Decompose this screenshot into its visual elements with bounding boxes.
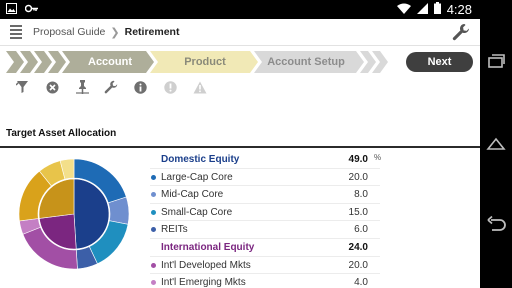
chevron-right-icon: ❯: [110, 25, 120, 39]
group-name: International Equity: [161, 241, 255, 253]
toolbar: [0, 76, 480, 98]
item-value: 6.0: [354, 224, 368, 236]
close-circle-icon[interactable]: [38, 76, 68, 98]
legend-dot: [151, 262, 156, 268]
group-value: 24.0: [348, 241, 368, 253]
legend-dot: [151, 174, 156, 180]
list-item[interactable]: REITs 6.0: [150, 221, 380, 239]
list-item[interactable]: Small-Cap Core 15.0: [150, 204, 380, 222]
funnel-icon[interactable]: [8, 76, 38, 98]
system-nav-bar: [480, 0, 512, 288]
app-screen: 4:28 Proposal Guide ❯ Retirement Account…: [0, 0, 480, 288]
step-product[interactable]: Product: [160, 51, 250, 73]
group-row[interactable]: International Equity 24.0: [150, 239, 380, 257]
item-value: 15.0: [348, 206, 368, 218]
battery-icon: [433, 2, 441, 17]
step-account[interactable]: Account: [70, 51, 150, 73]
item-name: Int'l Emerging Mkts: [161, 277, 246, 288]
section-title: Target Asset Allocation: [6, 128, 117, 139]
legend-dot: [151, 192, 156, 198]
item-name: Small-Cap Core: [161, 206, 233, 218]
workflow-steps: Account Product Account Setup Next: [0, 51, 480, 75]
legend-dot: [151, 209, 156, 215]
breadcrumb-current: Retirement: [124, 26, 180, 38]
step-account-setup[interactable]: Account Setup: [258, 51, 354, 73]
key-icon: [24, 3, 39, 16]
group-value: 49.0: [348, 154, 368, 165]
item-value: 20.0: [348, 171, 368, 183]
alert-circle-icon[interactable]: [156, 76, 186, 98]
app-header: Proposal Guide ❯ Retirement: [0, 19, 480, 46]
group-name: Domestic Equity: [161, 154, 240, 165]
list-item[interactable]: Large-Cap Core 20.0: [150, 169, 380, 187]
item-value: 4.0: [354, 277, 368, 288]
legend-dot: [151, 280, 156, 286]
wrench-icon[interactable]: [97, 76, 127, 98]
recent-apps-icon[interactable]: [486, 52, 506, 72]
pin-icon[interactable]: [67, 76, 97, 98]
info-icon[interactable]: [126, 76, 156, 98]
allocation-table: Domestic Equity 49.0 Large-Cap Core 20.0…: [150, 151, 380, 288]
image-icon: [6, 2, 17, 17]
allocation-donut-chart: [18, 158, 130, 270]
wifi-icon: [396, 3, 411, 17]
next-button[interactable]: Next: [406, 52, 473, 72]
item-name: Mid-Cap Core: [161, 189, 224, 201]
breadcrumb-root[interactable]: Proposal Guide: [33, 26, 105, 38]
item-name: REITs: [161, 224, 188, 236]
item-value: 8.0: [354, 189, 368, 201]
home-icon[interactable]: [486, 134, 506, 154]
section-divider: [0, 146, 480, 148]
status-time: 4:28: [446, 2, 472, 17]
legend-dot: [151, 227, 156, 233]
wrench-icon[interactable]: [452, 23, 470, 45]
item-value: 20.0: [348, 259, 368, 271]
list-item[interactable]: Mid-Cap Core 8.0: [150, 186, 380, 204]
back-icon[interactable]: [486, 214, 506, 234]
item-name: Int'l Developed Mkts: [161, 259, 251, 271]
list-item[interactable]: Int'l Developed Mkts 20.0: [150, 257, 380, 275]
hamburger-menu-icon[interactable]: [10, 23, 22, 41]
list-item[interactable]: Int'l Emerging Mkts 4.0: [150, 274, 380, 288]
group-row[interactable]: Domestic Equity 49.0: [150, 151, 380, 169]
item-name: Large-Cap Core: [161, 171, 233, 183]
status-bar: 4:28: [0, 0, 480, 19]
signal-icon: [416, 2, 428, 17]
warning-icon[interactable]: [185, 76, 215, 98]
